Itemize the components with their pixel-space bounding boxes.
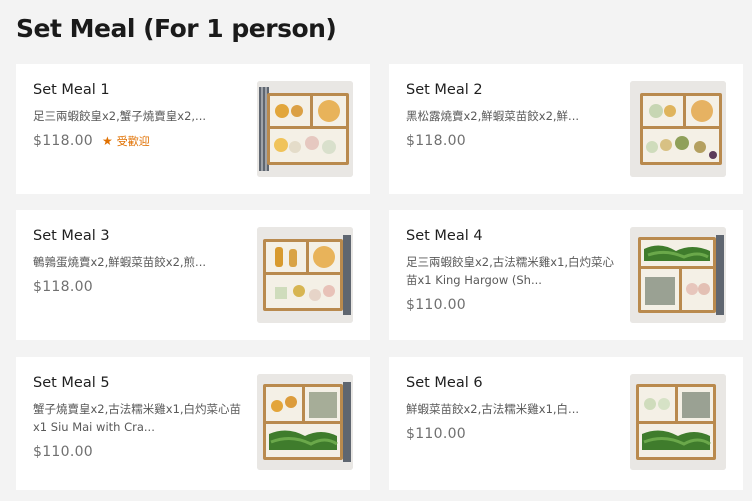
meal-price: $110.00: [406, 426, 466, 442]
set-meal-5-photo: [257, 374, 353, 470]
meal-card-set-meal-2[interactable]: Set Meal 2 黑松露燒賣x2,鮮蝦菜苗餃x2,鮮... $118.00: [389, 64, 743, 194]
meal-price: $118.00: [33, 279, 93, 295]
meal-name: Set Meal 2: [406, 82, 483, 98]
meal-price: $118.00: [406, 133, 466, 149]
set-meal-3-photo: [257, 227, 353, 323]
meal-price: $110.00: [406, 297, 466, 313]
star-icon: ★: [102, 134, 113, 148]
meal-card-set-meal-6[interactable]: Set Meal 6 鮮蝦菜苗餃x2,古法糯米雞x1,白... $110.00: [389, 357, 743, 490]
meal-price: $118.00: [33, 133, 93, 149]
popular-badge: ★ 受歡迎: [102, 133, 150, 149]
set-meal-2-photo: [630, 81, 726, 177]
page-title: Set Meal (For 1 person): [16, 14, 337, 43]
meal-description: 黑松露燒賣x2,鮮蝦菜苗餃x2,鮮...: [406, 109, 580, 123]
set-meal-4-photo: [630, 227, 726, 323]
meal-card-set-meal-4[interactable]: Set Meal 4 足三兩蝦餃皇x2,古法糯米雞x1,白灼菜心苗x1 King…: [389, 210, 743, 340]
set-meal-6-photo: [630, 374, 726, 470]
meal-card-set-meal-1[interactable]: Set Meal 1 足三兩蝦餃皇x2,蟹子燒賣皇x2,... $118.00 …: [16, 64, 370, 194]
meal-name: Set Meal 3: [33, 228, 110, 244]
meal-description: 鮮蝦菜苗餃x2,古法糯米雞x1,白...: [406, 402, 580, 416]
set-meal-1-photo: [257, 81, 353, 177]
meal-card-set-meal-5[interactable]: Set Meal 5 蟹子燒賣皇x2,古法糯米雞x1,白灼菜心苗x1 Siu M…: [16, 357, 370, 490]
meal-name: Set Meal 1: [33, 82, 110, 98]
meal-name: Set Meal 6: [406, 375, 483, 391]
meal-description: 足三兩蝦餃皇x2,蟹子燒賣皇x2,...: [33, 109, 207, 123]
meal-description: 蟹子燒賣皇x2,古法糯米雞x1,白灼菜心苗x1 Siu Mai with Cra…: [33, 402, 242, 434]
meal-description: 鵪鶉蛋燒賣x2,鮮蝦菜苗餃x2,煎...: [33, 255, 207, 269]
meal-name: Set Meal 4: [406, 228, 483, 244]
popular-badge-label: 受歡迎: [116, 135, 150, 148]
meal-description: 足三兩蝦餃皇x2,古法糯米雞x1,白灼菜心苗x1 King Hargow (Sh…: [406, 255, 615, 287]
meal-price: $110.00: [33, 444, 93, 460]
meal-card-set-meal-3[interactable]: Set Meal 3 鵪鶉蛋燒賣x2,鮮蝦菜苗餃x2,煎... $118.00: [16, 210, 370, 340]
meal-name: Set Meal 5: [33, 375, 110, 391]
